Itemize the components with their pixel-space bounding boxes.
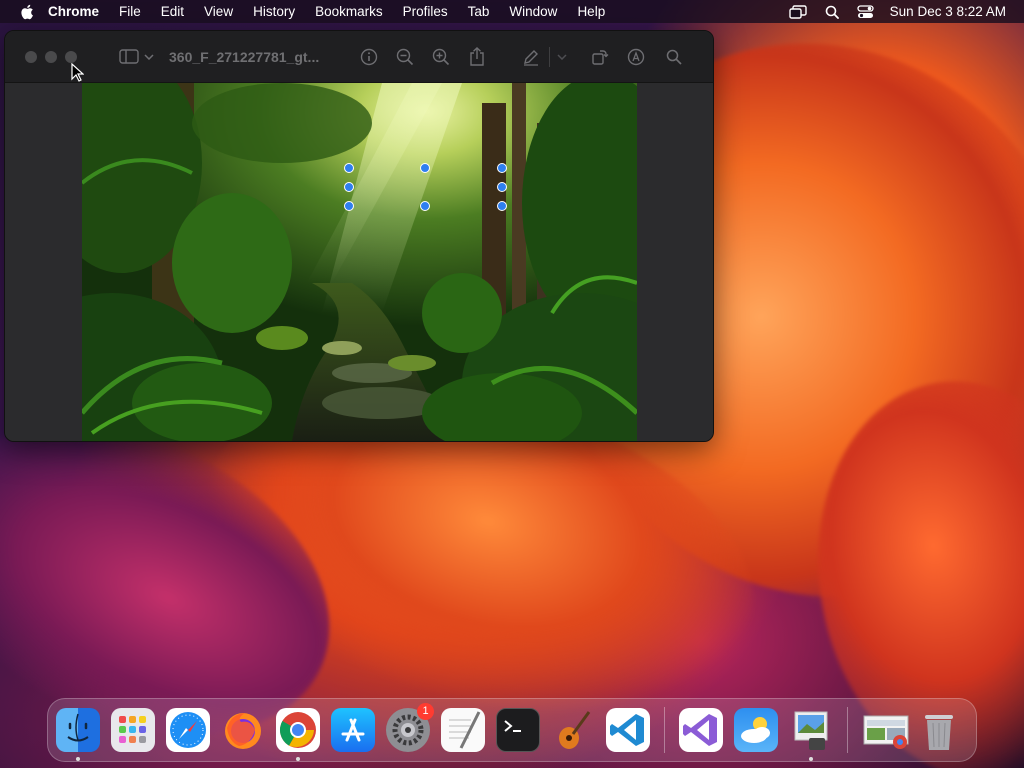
dock-app-store[interactable] bbox=[331, 708, 375, 752]
guitar-icon bbox=[559, 711, 591, 749]
selection-handle[interactable] bbox=[497, 163, 507, 173]
dock-terminal[interactable] bbox=[496, 708, 540, 752]
rotate-icon[interactable] bbox=[588, 45, 612, 69]
selection-handle[interactable] bbox=[420, 201, 430, 211]
menu-profiles[interactable]: Profiles bbox=[403, 4, 448, 19]
launchpad-icon bbox=[119, 716, 146, 743]
dock-launchpad[interactable] bbox=[111, 708, 155, 752]
dock-chrome[interactable] bbox=[276, 708, 320, 761]
mouse-cursor-icon bbox=[71, 62, 85, 87]
markup-icon[interactable] bbox=[624, 45, 648, 69]
firefox-icon bbox=[225, 713, 261, 749]
dock-screenshot-stack[interactable] bbox=[862, 708, 909, 752]
document-canvas bbox=[5, 83, 713, 441]
menu-clock[interactable]: Sun Dec 3 8:22 AM bbox=[890, 4, 1006, 19]
dock-visual-studio[interactable] bbox=[679, 708, 723, 752]
textedit-icon bbox=[449, 711, 481, 749]
dock-garageband[interactable] bbox=[551, 708, 595, 752]
selection-handle[interactable] bbox=[420, 163, 430, 173]
preview-icon bbox=[794, 711, 828, 750]
spotlight-search-icon[interactable] bbox=[822, 4, 842, 20]
selection-handle[interactable] bbox=[497, 201, 507, 211]
dock-separator bbox=[664, 707, 665, 753]
toolbar-divider bbox=[549, 46, 551, 67]
search-icon[interactable] bbox=[662, 45, 686, 69]
menu-file[interactable]: File bbox=[119, 4, 141, 19]
dock-finder[interactable] bbox=[56, 708, 100, 761]
weather-icon bbox=[741, 717, 770, 743]
window-toolbar: 360_F_271227781_gt... bbox=[5, 31, 713, 83]
dock-weather[interactable] bbox=[734, 708, 778, 752]
terminal-icon bbox=[504, 720, 521, 732]
menu-bookmarks[interactable]: Bookmarks bbox=[315, 4, 383, 19]
dock-system-settings[interactable]: 1 bbox=[386, 703, 434, 752]
selection-handle[interactable] bbox=[497, 182, 507, 192]
visual-studio-icon bbox=[683, 714, 717, 746]
selection-handle[interactable] bbox=[344, 201, 354, 211]
screen-mirroring-icon[interactable] bbox=[788, 4, 808, 20]
control-center-icon[interactable] bbox=[856, 4, 876, 20]
zoom-button[interactable] bbox=[65, 50, 77, 63]
zoom-out-icon[interactable] bbox=[393, 45, 417, 69]
apple-menu-icon[interactable] bbox=[20, 4, 34, 20]
markup-pen-icon[interactable] bbox=[519, 45, 543, 69]
safari-icon bbox=[170, 712, 206, 748]
dock-safari[interactable] bbox=[166, 708, 210, 752]
finder-icon bbox=[67, 713, 89, 742]
menu-bar: Chrome File Edit View History Bookmarks … bbox=[0, 0, 1024, 23]
zoom-in-icon[interactable] bbox=[429, 45, 453, 69]
dock-separator bbox=[847, 707, 848, 753]
dock: 1 bbox=[47, 698, 977, 762]
traffic-lights bbox=[25, 50, 85, 63]
dock-textedit[interactable] bbox=[441, 708, 485, 752]
close-button[interactable] bbox=[25, 50, 37, 63]
dock-preview[interactable] bbox=[789, 708, 833, 761]
menu-help[interactable]: Help bbox=[577, 4, 605, 19]
menu-history[interactable]: History bbox=[253, 4, 295, 19]
trash-icon bbox=[925, 715, 953, 750]
menu-tab[interactable]: Tab bbox=[468, 4, 490, 19]
vscode-icon bbox=[610, 714, 644, 746]
menu-app-name[interactable]: Chrome bbox=[48, 4, 99, 19]
window-title: 360_F_271227781_gt... bbox=[169, 48, 320, 65]
dock-trash[interactable] bbox=[917, 708, 961, 752]
menu-edit[interactable]: Edit bbox=[161, 4, 184, 19]
menu-window[interactable]: Window bbox=[509, 4, 557, 19]
share-icon[interactable] bbox=[465, 45, 489, 69]
screenshot-thumbnail-icon bbox=[863, 715, 909, 749]
running-indicator bbox=[296, 757, 300, 761]
menu-view[interactable]: View bbox=[204, 4, 233, 19]
app-store-icon bbox=[341, 718, 365, 742]
chrome-icon bbox=[279, 712, 316, 748]
selection-handle[interactable] bbox=[344, 163, 354, 173]
dock-vscode[interactable] bbox=[606, 708, 650, 752]
notification-badge: 1 bbox=[417, 703, 434, 720]
sidebar-toggle-icon[interactable] bbox=[117, 45, 141, 69]
info-icon[interactable] bbox=[357, 45, 381, 69]
chevron-down-icon[interactable] bbox=[143, 45, 155, 69]
running-indicator bbox=[76, 757, 80, 761]
running-indicator bbox=[809, 757, 813, 761]
dock-firefox[interactable] bbox=[221, 708, 265, 752]
minimize-button[interactable] bbox=[45, 50, 57, 63]
markup-chevron-icon[interactable] bbox=[556, 45, 568, 69]
preview-window: 360_F_271227781_gt... bbox=[4, 30, 714, 442]
jungle-photo-image bbox=[82, 83, 637, 441]
selection-handle[interactable] bbox=[344, 182, 354, 192]
jungle-photo[interactable] bbox=[82, 83, 637, 441]
